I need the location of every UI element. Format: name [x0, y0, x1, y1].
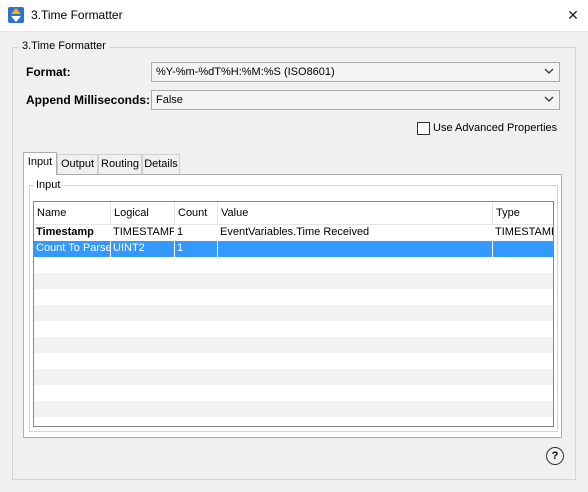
empty-row: [34, 305, 553, 321]
group-label: 3.Time Formatter: [19, 40, 109, 52]
cell-logical: UINT2: [111, 241, 175, 257]
format-value: %Y-%m-%dT%H:%M:%S (ISO8601): [156, 66, 335, 78]
input-group-label: Input: [34, 179, 63, 191]
tab-routing[interactable]: Routing: [98, 154, 142, 174]
append-milliseconds-label: Append Milliseconds:: [26, 93, 151, 107]
cell-count: 1: [175, 241, 218, 257]
format-label: Format:: [26, 65, 71, 79]
tab-input[interactable]: Input: [23, 152, 57, 175]
cell-logical: TIMESTAMP: [111, 225, 175, 241]
format-dropdown[interactable]: %Y-%m-%dT%H:%M:%S (ISO8601): [151, 62, 560, 82]
close-button[interactable]: ✕: [558, 0, 588, 31]
empty-row: [34, 337, 553, 353]
cell-count: 1: [175, 225, 218, 241]
chevron-down-icon: [544, 96, 554, 102]
close-icon: ✕: [567, 7, 579, 23]
column-header-logical[interactable]: Logical: [111, 202, 175, 224]
empty-row: [34, 273, 553, 289]
cell-name: Count To Parse: [34, 241, 111, 257]
advanced-properties-label[interactable]: Use Advanced Properties: [433, 122, 557, 134]
cell-value: [218, 241, 493, 257]
input-group: Input Name Logical Count Value Type Time…: [29, 179, 558, 432]
append-milliseconds-dropdown[interactable]: False: [151, 90, 560, 110]
column-header-type[interactable]: Type: [493, 202, 553, 224]
window-title: 3.Time Formatter: [31, 8, 123, 22]
column-header-count[interactable]: Count: [175, 202, 218, 224]
append-milliseconds-value: False: [156, 94, 183, 106]
cell-name: Timestamp: [34, 225, 111, 241]
cell-value: EventVariables.Time Received: [218, 225, 493, 241]
chevron-down-icon: [544, 68, 554, 74]
tab-output[interactable]: Output: [57, 154, 98, 174]
table-row[interactable]: Timestamp TIMESTAMP 1 EventVariables.Tim…: [34, 225, 553, 241]
input-tab-panel: Input Name Logical Count Value Type Time…: [23, 174, 562, 438]
help-icon[interactable]: ?: [546, 447, 564, 465]
empty-row: [34, 369, 553, 385]
title-bar: 3.Time Formatter ✕: [0, 0, 588, 32]
table-header: Name Logical Count Value Type: [34, 202, 553, 225]
cell-type: [493, 241, 553, 257]
column-header-name[interactable]: Name: [34, 202, 111, 224]
advanced-properties-checkbox[interactable]: [417, 122, 430, 135]
cell-type: TIMESTAMP: [493, 225, 553, 241]
up-down-arrows-icon: [8, 7, 24, 23]
tab-details[interactable]: Details: [142, 154, 180, 174]
column-header-value[interactable]: Value: [218, 202, 493, 224]
table-row-selected[interactable]: Count To Parse UINT2 1: [34, 241, 553, 257]
empty-row: [34, 401, 553, 417]
input-table: Name Logical Count Value Type Timestamp …: [33, 201, 554, 427]
